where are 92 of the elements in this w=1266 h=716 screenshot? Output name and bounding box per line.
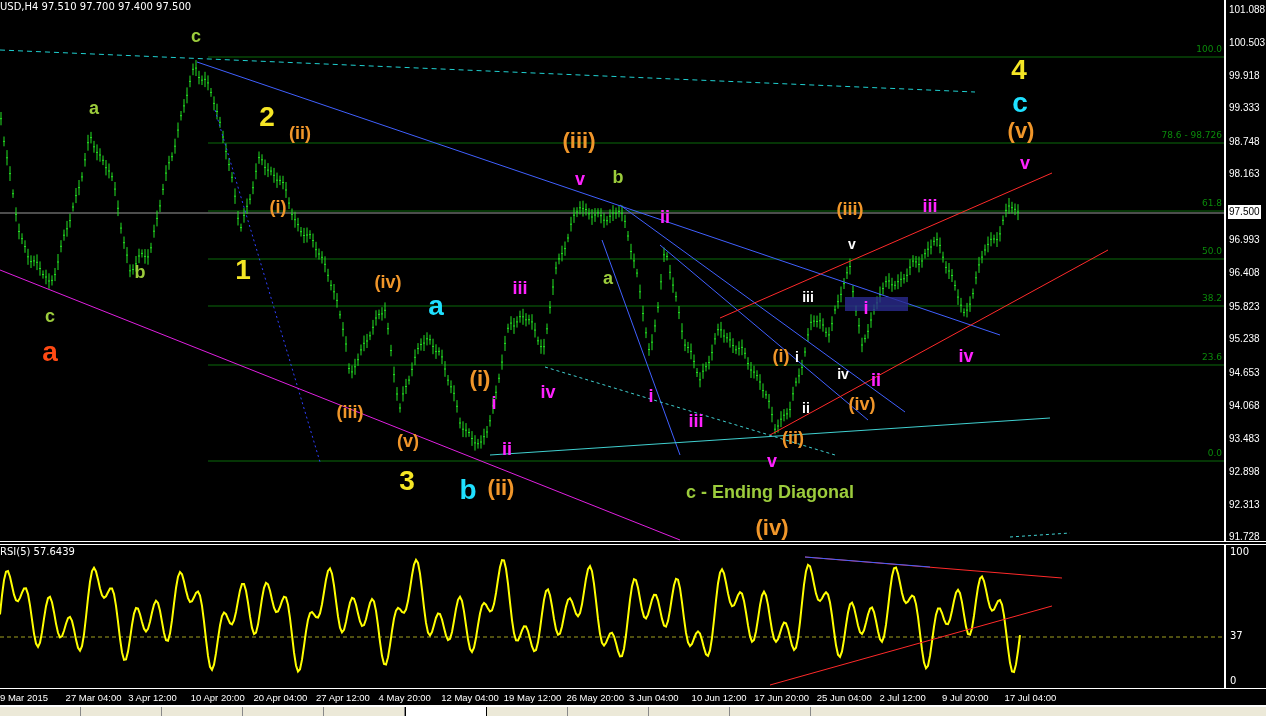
wave-label: a xyxy=(603,269,613,287)
time-tick-label: 2 Jul 12:00 xyxy=(879,691,926,703)
wave-label: (iii) xyxy=(336,403,364,421)
wave-label: v xyxy=(767,452,777,470)
price-tick-label: 93.483 xyxy=(1229,432,1260,446)
fib-level-label: 100.0 xyxy=(1196,44,1222,54)
time-tick-label: 20 Apr 04:00 xyxy=(253,691,308,703)
price-tick-label: 94.068 xyxy=(1229,399,1260,413)
wave-label: c xyxy=(1012,89,1028,117)
wave-label: iii xyxy=(688,412,704,430)
wave-label: c xyxy=(191,27,201,45)
time-tick-label: 27 Mar 04:00 xyxy=(65,691,122,703)
current-price-label: 97.500 xyxy=(1228,205,1261,219)
wave-label: (iv) xyxy=(848,395,876,413)
wave-label: ii xyxy=(502,440,512,458)
wave-label: (iii) xyxy=(562,130,596,152)
fib-level-label: 23.6 xyxy=(1201,352,1222,362)
wave-label: iv xyxy=(958,347,974,365)
wave-label: (i) xyxy=(469,368,491,390)
price-tick-label: 95.238 xyxy=(1229,332,1260,346)
wave-label: i xyxy=(795,350,799,364)
wave-label: iii xyxy=(922,197,938,215)
wave-label: iii xyxy=(512,279,528,297)
time-tick-label: 10 Apr 20:00 xyxy=(190,691,245,703)
time-tick-label: 17 Jun 20:00 xyxy=(754,691,810,703)
wave-label: v xyxy=(848,237,856,251)
wave-label: b xyxy=(134,263,146,281)
wave-label: v xyxy=(1020,154,1030,172)
chart-tab[interactable] xyxy=(405,707,487,716)
wave-label: ii xyxy=(802,401,810,415)
price-tick-label: 91.728 xyxy=(1229,530,1260,544)
wave-label: b xyxy=(459,476,477,504)
fib-level-label: 0.0 xyxy=(1207,448,1222,458)
wave-label: a xyxy=(42,338,58,366)
price-tick-label: 101.088 xyxy=(1229,3,1266,17)
wave-label: i xyxy=(491,394,497,412)
rsi-tick-label: 0 xyxy=(1230,674,1237,686)
time-tick-label: 4 May 20:00 xyxy=(378,691,431,703)
symbol-quote: USD,H4 97.510 97.700 97.400 97.500 xyxy=(0,1,192,12)
price-tick-label: 99.918 xyxy=(1229,69,1260,83)
time-tick-label: 25 Jun 04:00 xyxy=(816,691,872,703)
price-tick-label: 96.408 xyxy=(1229,266,1260,280)
wave-label: i xyxy=(648,387,654,405)
wave-label: 1 xyxy=(235,256,251,284)
price-tick-label: 100.503 xyxy=(1229,36,1266,50)
time-tick-label: 12 May 04:00 xyxy=(441,691,499,703)
price-tick-label: 96.993 xyxy=(1229,233,1260,247)
wave-label: (ii) xyxy=(487,477,515,499)
price-tick-label: 98.163 xyxy=(1229,167,1260,181)
price-tick-label: 99.333 xyxy=(1229,101,1260,115)
wave-label: 4 xyxy=(1011,56,1027,84)
fib-level-label: 61.8 xyxy=(1201,198,1222,208)
time-tick-label: 9 Mar 2015 xyxy=(0,691,49,703)
wave-label: iv xyxy=(540,383,556,401)
time-tick-label: 17 Jul 04:00 xyxy=(1004,691,1057,703)
time-tick-label: 19 May 12:00 xyxy=(503,691,562,703)
wave-label: (i) xyxy=(772,347,790,365)
wave-label: (v) xyxy=(397,432,419,450)
fib-level-label: 38.2 xyxy=(1201,293,1222,303)
rsi-tick-label: 100 xyxy=(1230,545,1250,557)
time-tick-label: 10 Jun 12:00 xyxy=(691,691,747,703)
wave-label: c - Ending Diagonal xyxy=(686,483,854,501)
wave-label: 2 xyxy=(259,103,275,131)
wave-label: (iv) xyxy=(755,517,789,539)
indicator-title: RSI(5) 57.6439 xyxy=(0,545,75,557)
price-tick-label: 94.653 xyxy=(1229,366,1260,380)
wave-label: (i) xyxy=(269,198,287,216)
wave-label: 3 xyxy=(399,467,415,495)
time-tick-label: 3 Apr 12:00 xyxy=(128,691,177,703)
wave-label: v xyxy=(575,170,585,188)
wave-label: (v) xyxy=(1007,120,1035,142)
time-tick-label: 3 Jun 04:00 xyxy=(629,691,679,703)
wave-label: a xyxy=(89,99,99,117)
wave-label: a xyxy=(428,292,444,320)
wave-label: i xyxy=(863,299,869,317)
time-tick-label: 9 Jul 20:00 xyxy=(942,691,989,703)
fib-level-label: 50.0 xyxy=(1201,246,1222,256)
rsi-tick-label: 37 xyxy=(1230,629,1243,641)
wave-label: iv xyxy=(837,367,849,381)
price-tick-label: 92.898 xyxy=(1229,465,1260,479)
wave-label: iii xyxy=(802,290,814,304)
price-tick-label: 92.313 xyxy=(1229,498,1260,512)
wave-label: (ii) xyxy=(289,124,311,142)
price-tick-label: 98.748 xyxy=(1229,135,1260,149)
time-tick-label: 26 May 20:00 xyxy=(566,691,624,703)
wave-label: (iv) xyxy=(374,273,402,291)
price-tick-label: 95.823 xyxy=(1229,300,1260,314)
wave-label: c xyxy=(45,307,55,325)
fib-level-label: 78.6 - 98.726 xyxy=(1161,130,1222,140)
wave-label: (iii) xyxy=(836,200,864,218)
wave-label: b xyxy=(612,168,624,186)
time-tick-label: 27 Apr 12:00 xyxy=(316,691,370,703)
